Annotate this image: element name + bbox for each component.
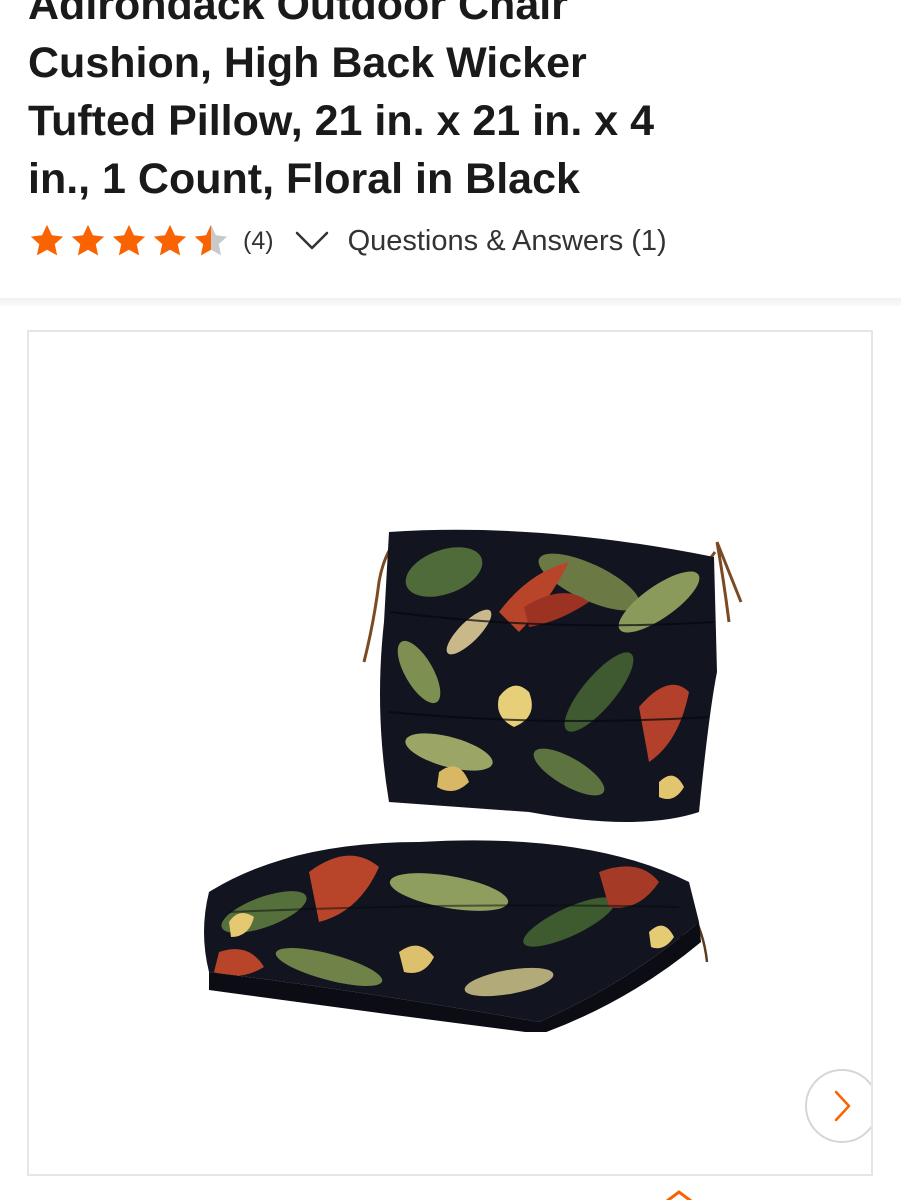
next-image-button[interactable] bbox=[805, 1069, 871, 1143]
chevron-right-icon bbox=[834, 1090, 851, 1122]
star-full-icon bbox=[112, 224, 146, 256]
product-title-line: Tufted Pillow, 21 in. x 21 in. x 4 bbox=[28, 97, 655, 145]
chevron-down-icon[interactable] bbox=[294, 229, 330, 253]
star-rating[interactable] bbox=[28, 222, 233, 260]
product-title-line: Cushion, High Back Wicker bbox=[28, 39, 587, 87]
review-count-link[interactable]: (4) bbox=[243, 227, 274, 256]
product-image bbox=[204, 529, 743, 1032]
carousel-indicator-icon bbox=[666, 1190, 692, 1200]
star-full-icon bbox=[153, 224, 187, 256]
star-full-icon bbox=[71, 224, 105, 256]
product-title: Adirondack Outdoor Chair Cushion, High B… bbox=[28, 0, 788, 208]
section-divider bbox=[0, 298, 901, 306]
star-full-icon bbox=[30, 224, 64, 256]
questions-answers-link[interactable]: Questions & Answers (1) bbox=[348, 225, 667, 258]
product-title-line: Adirondack Outdoor Chair bbox=[28, 0, 568, 29]
product-image-gallery[interactable] bbox=[27, 330, 873, 1176]
rating-row: (4) Questions & Answers (1) bbox=[28, 220, 667, 262]
star-half-icon bbox=[194, 224, 228, 256]
product-title-line: in., 1 Count, Floral in Black bbox=[28, 155, 580, 203]
